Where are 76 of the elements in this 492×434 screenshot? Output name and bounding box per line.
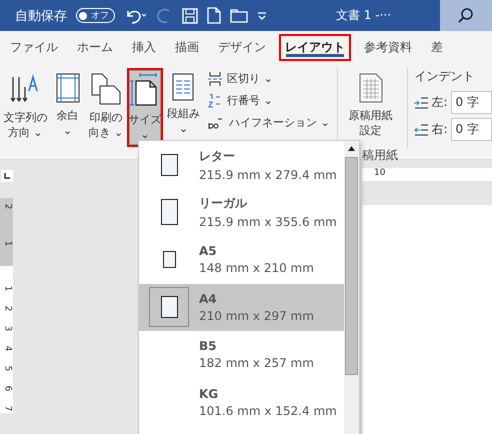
paper-size-name: A5 (199, 244, 218, 258)
page-icon (162, 251, 176, 268)
margins-button[interactable]: 余白 ⌄ (50, 68, 85, 143)
paper-size-item[interactable]: KG 101.6 mm x 152.4 mm (139, 378, 344, 426)
search-field[interactable] (440, 0, 492, 31)
breaks-icon (208, 72, 222, 86)
breaks-button[interactable]: 区切り ⌄ (208, 70, 330, 87)
text-direction-icon (10, 73, 40, 105)
ruler-number: 1 (2, 240, 11, 246)
ribbon-tab[interactable]: 参考資料 (358, 34, 418, 61)
page-icon (160, 154, 178, 176)
paper-size-item[interactable]: A4 210 mm x 297 mm (139, 284, 344, 331)
columns-icon (172, 73, 194, 101)
ribbon-tab[interactable]: 描画 (169, 34, 205, 61)
manuscript-settings-button[interactable]: 原稿用紙 設定 (344, 68, 397, 143)
ribbon-tab[interactable]: ホーム (71, 34, 119, 61)
indent-label: 左: (431, 94, 448, 111)
line-numbers-icon (208, 94, 222, 108)
ruler-number: 5 (2, 366, 11, 372)
paper-size-name: KG (199, 386, 220, 401)
group-label: 稿用紙 (362, 146, 398, 164)
paper-dimensions: 210 mm x 297 mm (199, 308, 314, 323)
tab-selector-icon[interactable] (0, 170, 12, 182)
paper-size-item[interactable]: リーガル 215.9 mm x 355.6 mm (139, 188, 344, 236)
ribbon-tab[interactable]: レイアウト (279, 34, 351, 61)
paper-size-item[interactable]: B5 182 mm x 257 mm (139, 331, 344, 378)
paper-dimensions: 215.9 mm x 355.6 mm (199, 215, 337, 230)
search-icon (458, 8, 474, 24)
paper-size-name: リーガル (199, 195, 248, 212)
page-icon (160, 296, 178, 318)
indent-group-title: インデント (414, 68, 476, 85)
hyphenation-icon (208, 116, 224, 130)
text-direction-button[interactable]: 文字列の 方向 ⌄ (3, 68, 48, 145)
autosave-toggle[interactable]: オフ (76, 8, 115, 23)
autosave-label: 自動保存 (15, 8, 67, 24)
ribbon-tab[interactable]: ファイル (4, 34, 64, 61)
columns-button[interactable]: 段組み ⌄ (166, 68, 202, 141)
paper-dimensions: 182 mm x 257 mm (199, 356, 314, 370)
right-indent-icon (414, 124, 428, 136)
grid-paper-icon (358, 73, 383, 103)
ruler-number: 7 (2, 406, 11, 412)
paper-size-name: B5 (199, 339, 218, 354)
margins-icon (56, 73, 80, 103)
paper-dimensions: 148 mm x 210 mm (199, 261, 314, 276)
ruler-number: 4 (2, 346, 11, 352)
indent-label: 右: (431, 121, 448, 138)
line-numbers-button[interactable]: 行番号 ⌄ (208, 92, 330, 109)
indent-field[interactable]: 0 字 (450, 118, 492, 141)
paper-dimensions: 215.9 mm x 279.4 mm (199, 168, 337, 182)
indent-field[interactable]: 0 字 (450, 91, 492, 114)
ruler-number: 1 (2, 286, 11, 292)
ribbon-tab[interactable]: 差 (425, 34, 449, 61)
paper-dimensions: 101.6 mm x 152.4 mm (199, 404, 337, 418)
ruler-number: 6 (2, 386, 11, 392)
hyphenation-button[interactable]: ハイフネーション ⌄ (208, 114, 330, 131)
customize-menu-icon[interactable] (257, 10, 267, 20)
scrollbar[interactable] (344, 141, 359, 434)
folder-icon[interactable] (230, 8, 248, 23)
ribbon-tab[interactable]: デザイン (212, 34, 272, 61)
ruler-number: 2 (2, 204, 11, 210)
paper-size-name: A4 (199, 292, 218, 306)
orientation-icon (90, 73, 121, 105)
ruler-number: 2 (2, 306, 11, 312)
paper-size-item[interactable]: A5 148 mm x 210 mm (139, 236, 344, 284)
paper-size-name: レター (199, 148, 236, 165)
new-document-icon[interactable] (207, 7, 221, 24)
save-icon[interactable] (182, 8, 198, 24)
document-title: 文書 1 -··· (336, 7, 392, 24)
left-indent-icon (414, 96, 428, 108)
scrollbar-thumb[interactable] (345, 157, 358, 375)
ribbon-tab[interactable]: 挿入 (126, 34, 162, 61)
page-icon (160, 199, 178, 226)
up-arrow-icon (348, 146, 355, 151)
orientation-button[interactable]: 印刷の 向き ⌄ (88, 68, 124, 145)
ruler-number: 10 (374, 168, 386, 180)
ruler-number: 3 (2, 326, 11, 332)
